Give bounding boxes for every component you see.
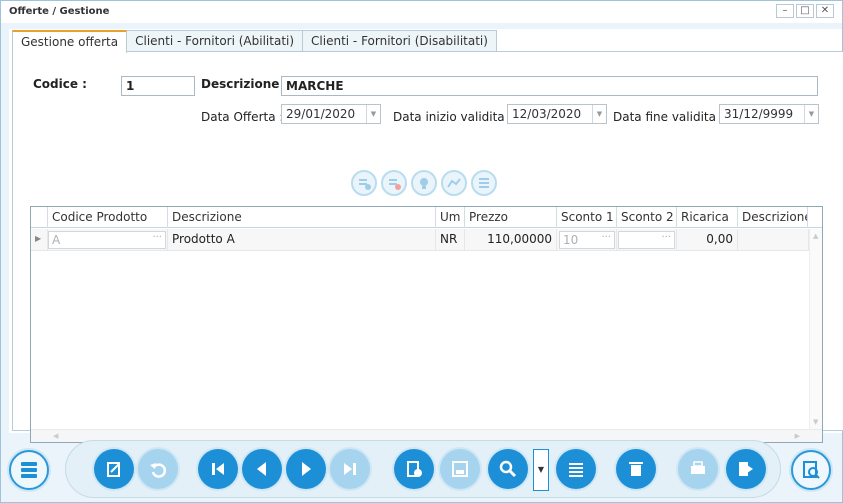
cell-um[interactable]: NR	[436, 229, 465, 251]
edit-icon	[107, 462, 120, 477]
app-window: Offerte / Gestione – □ ✕ Gestione offert…	[0, 0, 843, 503]
bottom-toolbar: ▼	[1, 438, 842, 502]
data-offerta-label: Data Offerta :	[201, 110, 284, 124]
cell-descrizione[interactable]: Prodotto A	[168, 229, 436, 251]
last-record-button[interactable]	[330, 449, 370, 489]
grid-toolbar	[351, 170, 497, 196]
chevron-down-icon[interactable]: ▼	[592, 105, 606, 123]
chevron-down-icon[interactable]: ▼	[804, 105, 818, 123]
minimize-button[interactable]: –	[776, 4, 794, 18]
exit-button[interactable]	[726, 449, 766, 489]
codice-label: Codice :	[33, 77, 87, 91]
save-icon	[452, 461, 468, 477]
cell-prezzo[interactable]: 110,00000	[465, 229, 557, 251]
new-icon	[407, 461, 422, 477]
col-sconto2[interactable]: Sconto 2	[617, 207, 677, 228]
search-options-dropdown[interactable]: ▼	[533, 449, 549, 491]
scroll-down-icon[interactable]: ▼	[813, 418, 818, 426]
col-sconto1[interactable]: Sconto 1	[557, 207, 617, 228]
scroll-up-icon[interactable]: ▲	[813, 232, 818, 240]
add-row-icon[interactable]	[351, 170, 377, 196]
print-button[interactable]	[678, 449, 718, 489]
row-indicator-header	[31, 207, 48, 228]
vertical-scrollbar[interactable]: ▲ ▼	[809, 229, 822, 429]
chevron-down-icon: ▼	[537, 465, 545, 474]
delete-button[interactable]	[616, 449, 656, 489]
tab-clienti-abilitati[interactable]: Clienti - Fornitori (Abilitati)	[126, 30, 304, 52]
row-pointer-icon: ▶	[31, 229, 48, 251]
cell-ricarica[interactable]: 0,00	[677, 229, 738, 251]
print-icon	[691, 461, 705, 474]
previous-record-button[interactable]	[242, 449, 282, 489]
exit-icon	[739, 462, 753, 476]
menu-button[interactable]	[9, 450, 49, 490]
first-icon	[212, 463, 224, 475]
bulb-icon[interactable]	[411, 170, 437, 196]
next-icon	[302, 462, 311, 476]
offer-panel: Codice : 1 Descrizione : MARCHE Data Off…	[12, 51, 843, 443]
preview-button[interactable]	[791, 450, 831, 490]
cell-codice-value: A	[52, 233, 61, 247]
list-view-button[interactable]	[556, 449, 596, 489]
cell-sconto1[interactable]: 10 ···	[557, 229, 617, 251]
delete-icon	[629, 462, 643, 476]
descrizione-label: Descrizione :	[201, 77, 289, 91]
first-record-button[interactable]	[198, 449, 238, 489]
col-codice-prodotto[interactable]: Codice Prodotto	[48, 207, 168, 228]
search-icon	[499, 460, 517, 478]
chart-icon[interactable]	[441, 170, 467, 196]
edit-button[interactable]	[94, 449, 134, 489]
col-descrizione-2[interactable]: Descrizione	[738, 207, 808, 228]
data-fine-field[interactable]: 31/12/9999 ▼	[719, 104, 819, 124]
data-offerta-value: 29/01/2020	[286, 107, 356, 121]
data-fine-value: 31/12/9999	[724, 107, 794, 121]
window-title: Offerte / Gestione	[9, 6, 110, 17]
close-button[interactable]: ✕	[816, 4, 834, 18]
search-button[interactable]	[488, 449, 528, 489]
col-descrizione[interactable]: Descrizione	[168, 207, 436, 228]
cell-sconto1-value: 10	[563, 233, 579, 247]
descrizione-field[interactable]: MARCHE	[281, 76, 818, 96]
preview-icon	[803, 461, 820, 479]
list-icon	[569, 463, 583, 477]
chevron-down-icon[interactable]: ▼	[366, 105, 380, 123]
ellipsis-icon[interactable]: ···	[601, 232, 611, 243]
undo-button[interactable]	[138, 449, 178, 489]
data-inizio-value: 12/03/2020	[512, 107, 582, 121]
ellipsis-icon[interactable]: ···	[661, 232, 671, 243]
tab-strip: Gestione offerta Clienti - Fornitori (Ab…	[12, 30, 497, 53]
prev-icon	[257, 462, 266, 476]
maximize-button[interactable]: □	[796, 4, 814, 18]
col-um[interactable]: Um	[436, 207, 465, 228]
products-grid: Codice Prodotto Descrizione Um Prezzo Sc…	[30, 206, 823, 443]
data-inizio-field[interactable]: 12/03/2020 ▼	[507, 104, 607, 124]
new-record-button[interactable]	[394, 449, 434, 489]
save-button[interactable]	[440, 449, 480, 489]
tab-gestione-offerta[interactable]: Gestione offerta	[12, 30, 128, 53]
cell-codice[interactable]: A ···	[48, 229, 168, 251]
col-prezzo[interactable]: Prezzo	[465, 207, 557, 228]
ellipsis-icon[interactable]: ···	[152, 232, 162, 243]
navigation-group: ▼	[65, 440, 781, 498]
cell-descrizione-2[interactable]	[738, 229, 809, 251]
last-icon	[344, 463, 356, 475]
title-bar: Offerte / Gestione – □ ✕	[1, 1, 842, 23]
delete-row-icon[interactable]	[381, 170, 407, 196]
data-inizio-label: Data inizio validita ' :	[393, 110, 520, 124]
tab-clienti-disabilitati[interactable]: Clienti - Fornitori (Disabilitati)	[302, 30, 497, 52]
menu-icon	[21, 462, 37, 478]
grid-header: Codice Prodotto Descrizione Um Prezzo Sc…	[31, 207, 822, 228]
data-offerta-field[interactable]: 29/01/2020 ▼	[281, 104, 381, 124]
codice-field[interactable]: 1	[121, 76, 195, 96]
data-fine-label: Data fine validita ' :	[613, 110, 731, 124]
col-ricarica[interactable]: Ricarica	[677, 207, 738, 228]
next-record-button[interactable]	[286, 449, 326, 489]
list-icon[interactable]	[471, 170, 497, 196]
undo-icon	[150, 463, 167, 478]
cell-sconto2[interactable]: ···	[617, 229, 677, 251]
client-area: Gestione offerta Clienti - Fornitori (Ab…	[9, 29, 843, 443]
table-row[interactable]: ▶ A ··· Prodotto A NR 110,00000 10 ··· ·…	[31, 229, 809, 251]
